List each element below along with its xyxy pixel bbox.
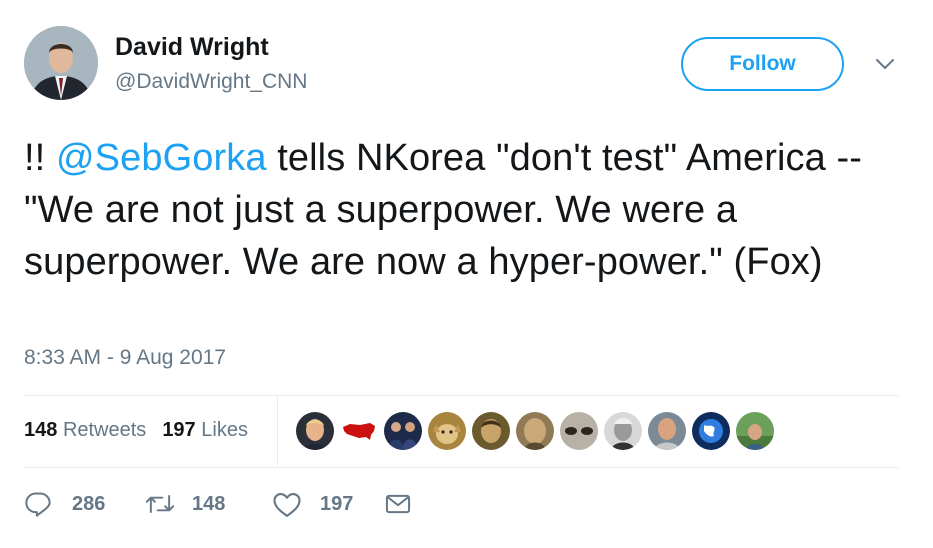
- liker-avatar[interactable]: [560, 412, 598, 450]
- envelope-icon: [385, 494, 411, 514]
- group-photo-avatar-icon: [384, 412, 422, 450]
- divider: [24, 395, 899, 396]
- liker-avatar[interactable]: [692, 412, 730, 450]
- like-count: 197: [320, 492, 354, 515]
- likers-list: [296, 412, 774, 450]
- chevron-down-icon[interactable]: [873, 56, 897, 72]
- reply-count: 286: [72, 492, 106, 515]
- liker-avatar[interactable]: [604, 412, 642, 450]
- bw-portrait-avatar-icon: [604, 412, 642, 450]
- like-button[interactable]: 197: [272, 490, 384, 518]
- retweet-count: 148: [192, 492, 226, 515]
- tweet-stats: 148 Retweets 197 Likes: [24, 419, 248, 442]
- tweet-text: !! @SebGorka tells NKorea "don't test" A…: [24, 132, 914, 288]
- tweet-text-prefix: !!: [24, 137, 56, 179]
- user-handle[interactable]: @DavidWright_CNN: [115, 70, 307, 94]
- stats-divider: [277, 396, 278, 466]
- painting-avatar-icon: [516, 412, 554, 450]
- liker-avatar[interactable]: [516, 412, 554, 450]
- liker-avatar[interactable]: [736, 412, 774, 450]
- divider: [24, 467, 899, 468]
- likes-label: Likes: [201, 419, 248, 441]
- liker-avatar[interactable]: [296, 412, 334, 450]
- likes-count: 197: [162, 419, 196, 441]
- us-map-avatar-icon: [340, 412, 378, 450]
- follow-button[interactable]: Follow: [681, 37, 844, 91]
- eyes-avatar-icon: [560, 412, 598, 450]
- man-avatar-icon: [648, 412, 686, 450]
- liker-avatar[interactable]: [340, 412, 378, 450]
- retweet-icon: [145, 495, 175, 513]
- liker-avatar[interactable]: [428, 412, 466, 450]
- display-name[interactable]: David Wright: [115, 33, 269, 62]
- profile-photo-icon: [24, 26, 98, 100]
- dog-avatar-icon: [428, 412, 466, 450]
- reply-icon: [25, 492, 51, 517]
- liker-avatar[interactable]: [648, 412, 686, 450]
- reply-button[interactable]: 286: [24, 490, 144, 518]
- tweet-timestamp[interactable]: 8:33 AM - 9 Aug 2017: [24, 346, 226, 370]
- trump-avatar-icon: [296, 412, 334, 450]
- tweet-actions: 286 148 197: [24, 490, 412, 518]
- liker-avatar[interactable]: [472, 412, 510, 450]
- retweets-count: 148: [24, 419, 58, 441]
- retweets-stat[interactable]: 148 Retweets: [24, 419, 146, 442]
- retweet-button[interactable]: 148: [144, 490, 272, 518]
- outdoor-avatar-icon: [736, 412, 774, 450]
- heart-icon: [273, 492, 301, 517]
- globe-avatar-icon: [692, 412, 730, 450]
- mention-link[interactable]: @SebGorka: [56, 137, 267, 179]
- retweets-label: Retweets: [62, 419, 147, 441]
- likes-stat[interactable]: 197 Likes: [162, 419, 248, 442]
- avatar[interactable]: [24, 26, 98, 100]
- direct-message-button[interactable]: [384, 490, 412, 518]
- portrait-avatar-icon: [472, 412, 510, 450]
- liker-avatar[interactable]: [384, 412, 422, 450]
